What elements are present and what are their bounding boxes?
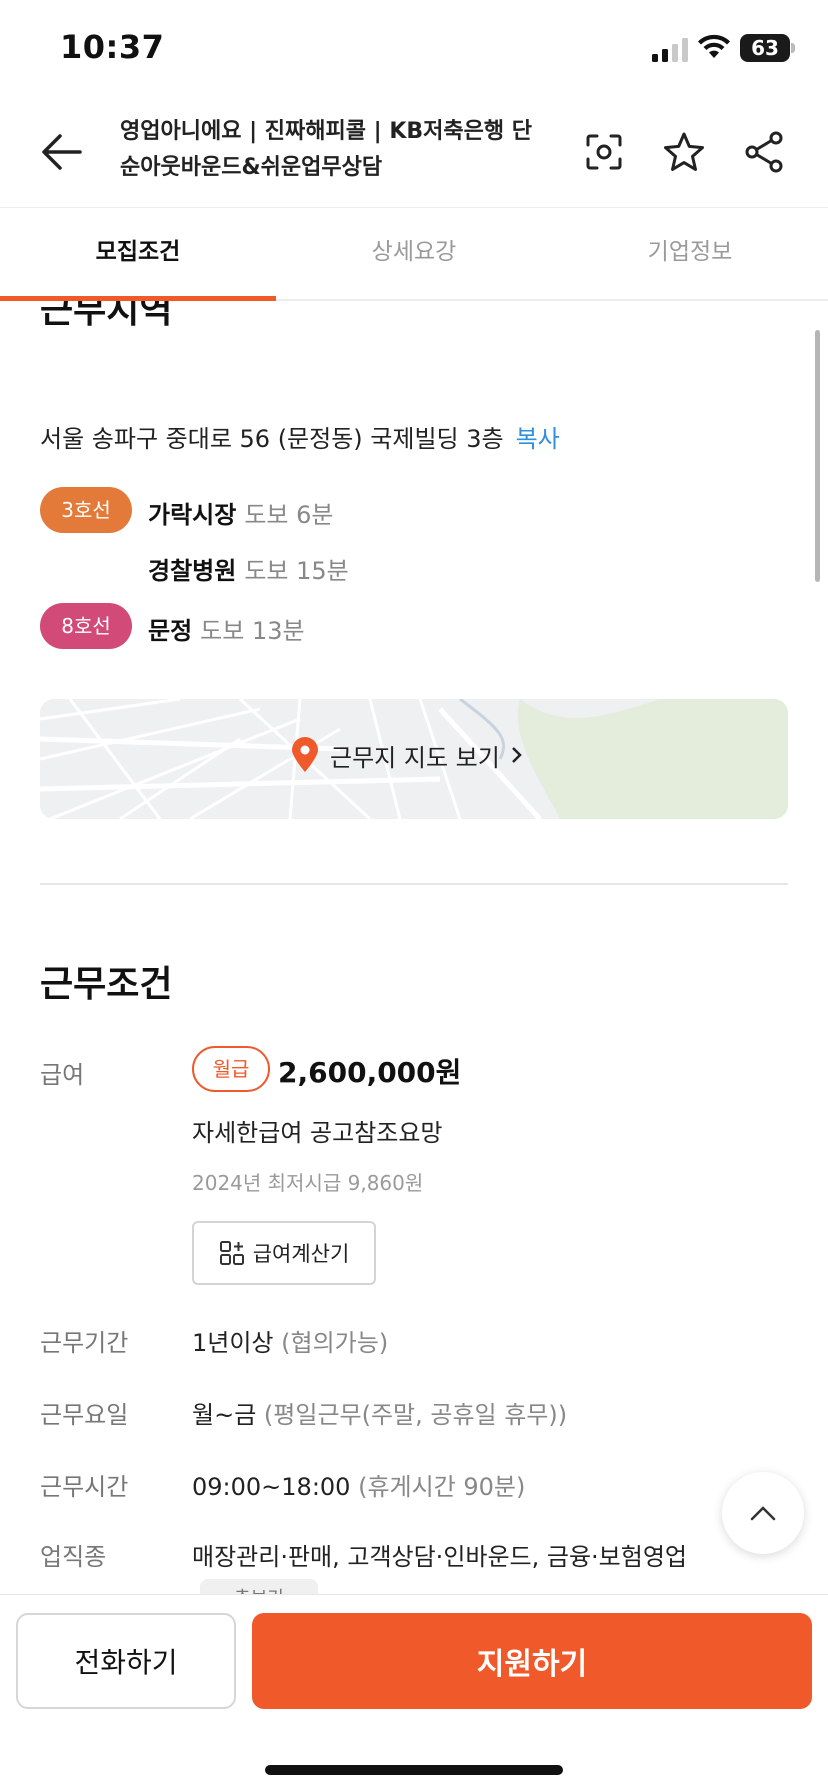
section-title-conditions: 근무조건 (40, 964, 173, 1005)
call-button[interactable]: 전화하기 (16, 1613, 236, 1709)
status-time: 10:37 (60, 28, 165, 66)
page-title: 영업아니에요 | 진짜해피콜 | KB저축은행 단순아웃바운드&쉬운업무상담 (120, 119, 533, 180)
tab-recruit-conditions[interactable]: 모집조건 (0, 208, 276, 301)
star-icon[interactable] (660, 128, 708, 176)
tab-bar: 모집조건 상세요강 기업정보 (0, 208, 828, 301)
main-content: 근무지역 서울 송파구 중대로 56 (문정동) 국제빌딩 3층 복사 3호선 가… (0, 301, 828, 1594)
hours-value: 09:00~18:00 (휴게시간 90분) (192, 1467, 525, 1502)
pay-amount: 2,600,000원 (278, 1056, 462, 1089)
station-name: 경찰병원 (148, 557, 237, 585)
tab-company-info[interactable]: 기업정보 (552, 208, 828, 299)
period-label: 근무기간 (40, 1329, 129, 1357)
period-note: (협의가능) (281, 1329, 389, 1357)
job-label: 업직종 (40, 1543, 107, 1571)
tab-details[interactable]: 상세요강 (276, 208, 552, 299)
walk-time: 도보 6분 (244, 501, 334, 529)
apply-button[interactable]: 지원하기 (252, 1613, 812, 1709)
battery-icon: 63 (740, 34, 790, 62)
wifi-icon (698, 34, 730, 58)
scan-icon[interactable] (580, 128, 628, 176)
days-note: (평일근무(주말, 공휴일 휴무)) (263, 1401, 568, 1429)
days-text: 월~금 (192, 1401, 257, 1429)
walk-time: 도보 13분 (200, 617, 305, 645)
pay-note: 자세한급여 공고참조요망 (192, 1119, 443, 1147)
days-label: 근무요일 (40, 1401, 129, 1429)
period-text: 1년이상 (192, 1329, 274, 1357)
location-pin-icon (292, 737, 318, 772)
pay-label: 급여 (40, 1061, 85, 1089)
walk-time: 도보 15분 (244, 557, 349, 585)
chevron-up-icon (750, 1506, 776, 1521)
section-divider (40, 883, 788, 885)
station-name: 문정 (148, 617, 193, 645)
period-value: 1년이상 (협의가능) (192, 1323, 388, 1358)
bottom-action-bar: 전화하기 지원하기 (0, 1594, 828, 1792)
hours-label: 근무시간 (40, 1473, 129, 1501)
hours-text: 09:00~18:00 (192, 1473, 351, 1501)
work-address: 서울 송파구 중대로 56 (문정동) 국제빌딩 3층 복사 (40, 419, 560, 454)
pay-type-badge: 월급 (192, 1046, 270, 1092)
home-indicator[interactable] (265, 1765, 563, 1775)
min-wage-note: 2024년 최저시급 9,860원 (192, 1171, 424, 1195)
subway-line-badge: 3호선 (40, 487, 132, 533)
station-item: 문정 도보 13분 (148, 611, 305, 646)
job-value: 매장관리·판매, 고객상담·인바운드, 금융·보험영업 (192, 1543, 688, 1571)
salary-calculator-button[interactable]: 급여계산기 (192, 1221, 376, 1285)
address-text: 서울 송파구 중대로 56 (문정동) 국제빌딩 3층 (40, 425, 504, 453)
map-label-text: 근무지 지도 보기 (330, 743, 500, 772)
station-item: 가락시장 도보 6분 (148, 495, 333, 530)
share-icon[interactable] (740, 128, 788, 176)
battery-tip (791, 43, 795, 53)
view-map-link[interactable]: 근무지 지도 보기 (290, 737, 526, 773)
chevron-right-icon (511, 747, 522, 763)
section-title-work-area: 근무지역 (40, 301, 173, 331)
back-arrow-icon[interactable] (40, 130, 84, 174)
subway-line-badge: 8호선 (40, 603, 132, 649)
days-value: 월~금 (평일근무(주말, 공휴일 휴무)) (192, 1395, 567, 1430)
more-chip[interactable]: 추보기 (200, 1579, 318, 1594)
scroll-to-top-button[interactable] (722, 1472, 804, 1554)
calculator-label: 급여계산기 (252, 1242, 350, 1266)
station-name: 가락시장 (148, 501, 237, 529)
hours-note: (휴게시간 90분) (358, 1473, 526, 1501)
status-bar: 10:37 63 (0, 0, 828, 100)
app-header: 영업아니에요 | 진짜해피콜 | KB저축은행 단순아웃바운드&쉬운업무상담 (0, 100, 828, 208)
map-preview[interactable]: 근무지 지도 보기 (40, 699, 788, 819)
station-item: 경찰병원 도보 15분 (148, 551, 349, 586)
cellular-signal-icon (652, 38, 688, 62)
calculator-icon (219, 1241, 244, 1265)
copy-address-link[interactable]: 복사 (516, 425, 560, 453)
